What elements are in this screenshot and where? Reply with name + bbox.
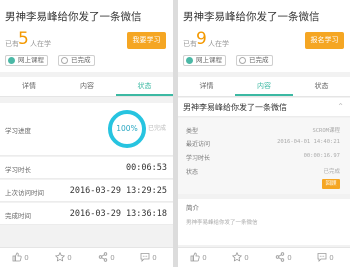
- course-tabs: 详情 内容 状态: [0, 77, 173, 97]
- tab-content[interactable]: 内容: [58, 77, 116, 97]
- thumb-up-icon: [12, 252, 22, 262]
- study-duration-value: 00:06:53: [126, 163, 167, 173]
- tag-online-course-label: 网上课程: [196, 56, 222, 64]
- like-count: 0: [202, 254, 207, 262]
- course-header: 男神李易峰给你发了一条微信 已有 9 人在学 报名学习 网上课程 已完成: [178, 0, 350, 72]
- like-count: 0: [24, 254, 29, 262]
- tag-completed-label: 已完成: [71, 56, 91, 64]
- share-action[interactable]: 0: [98, 252, 115, 262]
- tab-details[interactable]: 详情: [178, 77, 235, 97]
- last-visit-row: 上次访问时间 2016-03-29 13:29:25: [0, 180, 173, 202]
- chevron-up-icon: ⌃: [337, 102, 344, 111]
- comment-action[interactable]: 0: [317, 252, 334, 262]
- type-value: SCROM课程: [312, 128, 340, 134]
- comment-count: 0: [329, 254, 334, 262]
- share-count: 0: [110, 254, 115, 262]
- action-bar: 0 0 0 0: [0, 247, 173, 267]
- favorite-action[interactable]: 0: [54, 251, 72, 262]
- course-title: 男神李易峰给你发了一条微信: [5, 11, 142, 23]
- progress-label: 学习进度: [5, 127, 31, 135]
- enroll-button[interactable]: 报名学习: [305, 32, 344, 49]
- star-icon: [231, 251, 243, 262]
- right-course-panel: 男神李易峰给你发了一条微信 已有 9 人在学 报名学习 网上课程 已完成 详情 …: [178, 0, 350, 267]
- study-duration-row: 学习时长 00:06:53: [0, 157, 173, 179]
- thumb-up-icon: [190, 252, 200, 262]
- study-duration-label: 学习时长: [5, 166, 31, 174]
- intro-section: 简介 男神李易峰给你发了一条微信: [178, 199, 350, 245]
- tag-completed-label: 已完成: [249, 56, 269, 64]
- learner-count-suffix: 人在学: [30, 40, 51, 48]
- study-duration-value: 00:00:16.97: [303, 153, 340, 159]
- comment-icon: [317, 253, 327, 262]
- action-bar: 0 0 0 0: [178, 247, 350, 267]
- status-value: 已完成: [323, 169, 340, 175]
- recent-visit-value: 2016-04-01 14:40:21: [277, 139, 340, 145]
- course-title: 男神李易峰给你发了一条微信: [183, 11, 320, 23]
- completed-icon: [239, 57, 246, 64]
- learner-count-prefix: 已有: [5, 40, 19, 48]
- completion-time-label: 完成时间: [5, 212, 31, 220]
- tab-details[interactable]: 详情: [0, 77, 58, 97]
- intro-text: 男神李易峰给你发了一条微信: [186, 220, 258, 226]
- like-action[interactable]: 0: [12, 252, 29, 262]
- tag-completed: 已完成: [236, 55, 273, 66]
- online-course-icon: [8, 57, 15, 64]
- share-icon: [275, 252, 285, 262]
- favorite-count: 0: [67, 254, 72, 262]
- type-label: 类型: [186, 128, 199, 135]
- tab-status[interactable]: 状态: [293, 77, 350, 97]
- course-tabs: 详情 内容 状态: [178, 77, 350, 97]
- tag-completed: 已完成: [58, 55, 95, 66]
- start-learning-button[interactable]: 我要学习: [127, 32, 166, 49]
- favorite-count: 0: [244, 254, 249, 262]
- recent-visit-label: 最近访问: [186, 141, 211, 148]
- screenshot-root: 男神李易峰给你发了一条微信 已有 5 人在学 我要学习 网上课程 已完成 详情 …: [0, 0, 350, 267]
- learner-count-prefix: 已有: [183, 40, 197, 48]
- study-duration-label: 学习时长: [186, 155, 211, 162]
- online-course-icon: [186, 57, 193, 64]
- last-visit-label: 上次访问时间: [5, 189, 44, 197]
- comment-action[interactable]: 0: [140, 252, 157, 262]
- share-action[interactable]: 0: [275, 252, 292, 262]
- tab-indicator: [116, 94, 173, 96]
- left-course-panel: 男神李易峰给你发了一条微信 已有 5 人在学 我要学习 网上课程 已完成 详情 …: [0, 0, 173, 267]
- progress-done-label: 已完成: [148, 125, 167, 132]
- share-count: 0: [287, 254, 292, 262]
- tag-online-course: 网上课程: [183, 55, 226, 66]
- tag-online-course: 网上课程: [5, 55, 48, 66]
- progress-percent: 100%: [116, 124, 138, 133]
- tab-indicator: [235, 94, 293, 96]
- share-icon: [98, 252, 108, 262]
- status-label: 状态: [186, 169, 199, 176]
- learner-count-suffix: 人在学: [208, 40, 229, 48]
- intro-label: 简介: [186, 204, 199, 212]
- comment-icon: [140, 253, 150, 262]
- completion-time-row: 完成时间 2016-03-29 13:36:18: [0, 203, 173, 225]
- learner-count: 5: [18, 29, 29, 49]
- last-visit-value: 2016-03-29 13:29:25: [69, 186, 167, 196]
- tag-online-course-label: 网上课程: [18, 56, 44, 64]
- learner-count: 9: [196, 29, 207, 49]
- comment-count: 0: [152, 254, 157, 262]
- course-header: 男神李易峰给你发了一条微信 已有 5 人在学 我要学习 网上课程 已完成: [0, 0, 173, 72]
- like-action[interactable]: 0: [190, 252, 207, 262]
- completion-time-value: 2016-03-29 13:36:18: [69, 209, 167, 219]
- completed-icon: [61, 57, 68, 64]
- content-section-header[interactable]: 男神李易峰给你发了一条微信 ⌃: [178, 98, 350, 117]
- review-button[interactable]: 回顾: [322, 179, 340, 189]
- content-section-title: 男神李易峰给你发了一条微信: [183, 103, 287, 112]
- progress-ring: 100%: [108, 110, 146, 148]
- star-icon: [54, 251, 66, 262]
- favorite-action[interactable]: 0: [231, 251, 249, 262]
